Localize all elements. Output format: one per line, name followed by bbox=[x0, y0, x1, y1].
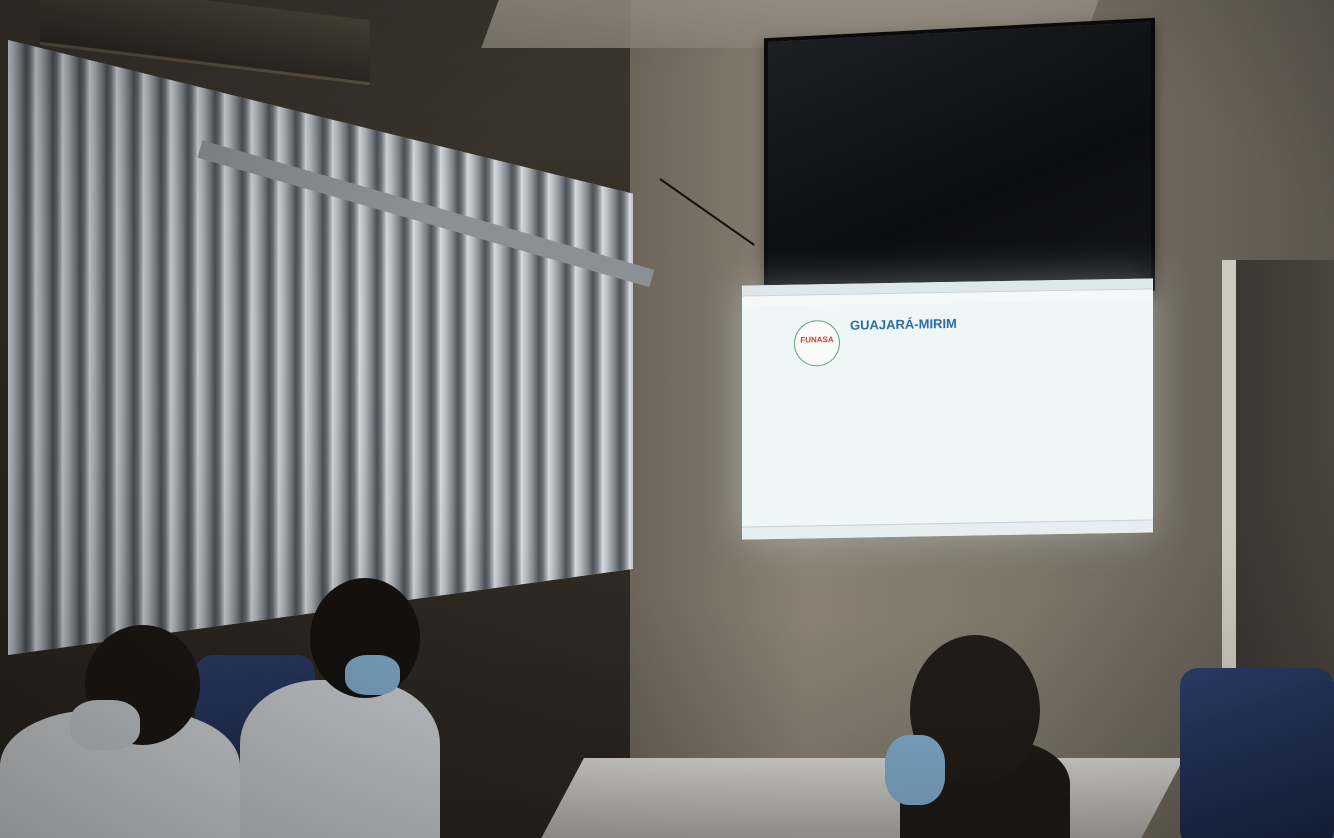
person-right bbox=[870, 630, 1070, 838]
projected-sidebar bbox=[796, 376, 840, 377]
funasa-logo: FUNASA bbox=[794, 319, 840, 367]
projected-document-list bbox=[854, 379, 1141, 384]
chair-right bbox=[1180, 668, 1334, 838]
person-center bbox=[240, 570, 540, 838]
person-body bbox=[240, 680, 440, 838]
projected-page: FUNASA GUAJARÁ-MIRIM bbox=[742, 300, 1153, 527]
meeting-table bbox=[536, 758, 1184, 838]
door-frame bbox=[1222, 260, 1334, 680]
projected-page-title: GUAJARÁ-MIRIM bbox=[850, 315, 957, 333]
meeting-room-scene: FUNASA GUAJARÁ-MIRIM bbox=[0, 0, 1334, 838]
face-mask bbox=[70, 700, 140, 750]
person-left bbox=[0, 620, 250, 838]
logo-text: FUNASA bbox=[800, 334, 834, 345]
projected-screen: FUNASA GUAJARÁ-MIRIM bbox=[742, 278, 1153, 540]
wall-tv bbox=[764, 17, 1155, 312]
face-mask bbox=[885, 735, 945, 805]
face-mask bbox=[345, 655, 400, 695]
